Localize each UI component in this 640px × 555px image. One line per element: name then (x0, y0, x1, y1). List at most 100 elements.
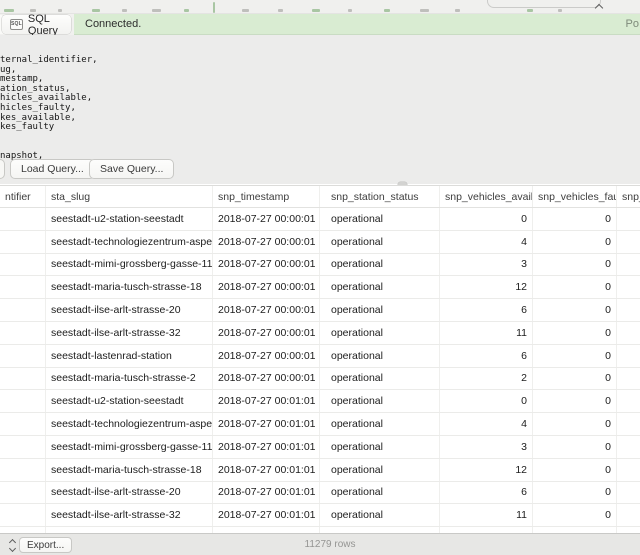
table-cell: seestadt-ilse-arlt-strasse-20 (46, 482, 213, 504)
table-cell: 0 (440, 390, 533, 412)
sql-code-line: kes_faulty (0, 123, 98, 133)
table-cell: 2 (440, 368, 533, 390)
results-table: ntifiersta_slugsnp_timestampsnp_station_… (0, 185, 640, 533)
table-cell: 12 (440, 276, 533, 298)
table-cell: 0 (533, 459, 617, 481)
table-cell: 11 (440, 322, 533, 344)
clipped-text-fragment (122, 9, 127, 12)
table-cell: 0 (533, 345, 617, 367)
table-cell: seestadt-u2-station-seestadt (46, 390, 213, 412)
clipped-text-fragment (455, 9, 460, 12)
table-cell: operational (320, 459, 440, 481)
table-cell: seestadt-technologiezentrum-aspern-iq (46, 231, 213, 253)
export-button[interactable]: Export... (19, 537, 72, 553)
table-row[interactable]: seestadt-technologiezentrum-aspern-iq201… (0, 413, 640, 436)
sql-code-line (0, 133, 98, 143)
table-row[interactable]: seestadt-u2-station-seestadt2018-07-27 0… (0, 208, 640, 231)
table-cell: operational (320, 482, 440, 504)
clipped-text-fragment (92, 9, 100, 12)
table-row[interactable]: seestadt-maria-tusch-strasse-182018-07-2… (0, 276, 640, 299)
table-row[interactable]: seestadt-maria-tusch-strasse-182018-07-2… (0, 459, 640, 482)
table-cell: 6 (440, 345, 533, 367)
table-cell (0, 299, 46, 321)
tab-sql-query[interactable]: SQL SQL Query (2, 15, 71, 34)
table-cell: operational (320, 322, 440, 344)
table-cell: operational (320, 390, 440, 412)
table-cell (0, 231, 46, 253)
table-cell: 4 (440, 413, 533, 435)
results-toolbar: Export... 11279 rows (0, 533, 640, 555)
table-cell: 0 (533, 208, 617, 230)
table-row[interactable]: seestadt-maria-tusch-strasse-22018-07-27… (0, 368, 640, 391)
table-row[interactable]: seestadt-mimi-grossberg-gasse-112018-07-… (0, 254, 640, 277)
sql-code[interactable]: ternal_identifier,ug,mestamp,ation_statu… (0, 56, 98, 162)
table-cell: 3 (440, 254, 533, 276)
table-cell (617, 390, 640, 412)
query-tab-bar: Connected. Po SQL SQL Query (0, 14, 640, 35)
table-cell: operational (320, 208, 440, 230)
table-row[interactable]: seestadt-ilse-arlt-strasse-202018-07-27 … (0, 482, 640, 505)
save-query-button[interactable]: Save Query... (89, 159, 174, 179)
table-row[interactable]: seestadt-technologiezentrum-aspern-iq201… (0, 231, 640, 254)
table-row[interactable]: seestadt-ilse-arlt-strasse-202018-07-27 … (0, 299, 640, 322)
column-header-snp_vehicles_available[interactable]: snp_vehicles_available (440, 186, 533, 207)
table-cell (0, 322, 46, 344)
stepper-up-icon (10, 538, 15, 543)
table-row[interactable]: seestadt-ilse-arlt-strasse-322018-07-27 … (0, 322, 640, 345)
column-header-snp_b[interactable]: snp_b (617, 186, 640, 207)
clipped-text-fragment (384, 9, 390, 12)
column-header-sta_slug[interactable]: sta_slug (46, 186, 213, 207)
table-cell: 0 (533, 436, 617, 458)
table-cell (0, 390, 46, 412)
table-cell: 0 (533, 231, 617, 253)
collapse-chevron-icon[interactable] (596, 3, 603, 10)
table-cell (617, 299, 640, 321)
clipped-text-fragment (4, 9, 14, 12)
table-row[interactable]: seestadt-ilse-arlt-strasse-322018-07-27 … (0, 504, 640, 527)
table-cell: 2018-07-27 00:00:01 (213, 345, 320, 367)
connection-status-bar: Connected. Po (74, 14, 640, 35)
table-cell: operational (320, 345, 440, 367)
table-row[interactable]: seestadt-u2-station-seestadt2018-07-27 0… (0, 390, 640, 413)
table-cell (617, 276, 640, 298)
column-header-ntifier[interactable]: ntifier (0, 186, 46, 207)
table-cell: 0 (533, 299, 617, 321)
load-query-button[interactable]: Load Query... (10, 159, 95, 179)
table-cell: 6 (440, 482, 533, 504)
table-cell (0, 276, 46, 298)
table-cell (617, 368, 640, 390)
clipped-toolbar-strip (0, 0, 640, 14)
table-cell: 0 (533, 504, 617, 526)
table-cell (0, 413, 46, 435)
column-header-snp_station_status[interactable]: snp_station_status (320, 186, 440, 207)
column-header-snp_vehicles_faulty[interactable]: snp_vehicles_faulty (533, 186, 617, 207)
sql-editor-pane: ternal_identifier,ug,mestamp,ation_statu… (0, 35, 640, 184)
table-cell (0, 368, 46, 390)
table-cell: 2018-07-27 00:01:01 (213, 459, 320, 481)
clipped-text-fragment (348, 9, 352, 12)
column-header-snp_timestamp[interactable]: snp_timestamp (213, 186, 320, 207)
table-cell: 2018-07-27 00:01:01 (213, 504, 320, 526)
table-cell: seestadt-ilse-arlt-strasse-32 (46, 504, 213, 526)
table-cell: operational (320, 368, 440, 390)
table-cell: 0 (533, 413, 617, 435)
clipped-text-fragment (527, 9, 533, 12)
sql-query-window: Connected. Po SQL SQL Query ternal_ident… (0, 0, 640, 555)
table-cell (617, 482, 640, 504)
clipped-button[interactable] (0, 159, 5, 179)
tab-label: SQL Query (28, 13, 71, 37)
table-cell (617, 231, 640, 253)
table-row[interactable]: seestadt-lastenrad-station2018-07-27 00:… (0, 345, 640, 368)
table-cell (617, 254, 640, 276)
table-cell: 2018-07-27 00:00:01 (213, 231, 320, 253)
table-cell: 3 (440, 436, 533, 458)
clipped-text-fragment (420, 9, 429, 12)
table-cell: 6 (440, 299, 533, 321)
table-cell: seestadt-maria-tusch-strasse-18 (46, 459, 213, 481)
stepper-control[interactable] (7, 538, 17, 552)
results-body: seestadt-u2-station-seestadt 2018-07-27 0… (0, 208, 640, 533)
table-cell: 0 (533, 390, 617, 412)
table-cell (617, 345, 640, 367)
table-row[interactable]: seestadt-mimi-grossberg-gasse-112018-07-… (0, 436, 640, 459)
table-cell: 2018-07-27 00:00:01 (213, 322, 320, 344)
